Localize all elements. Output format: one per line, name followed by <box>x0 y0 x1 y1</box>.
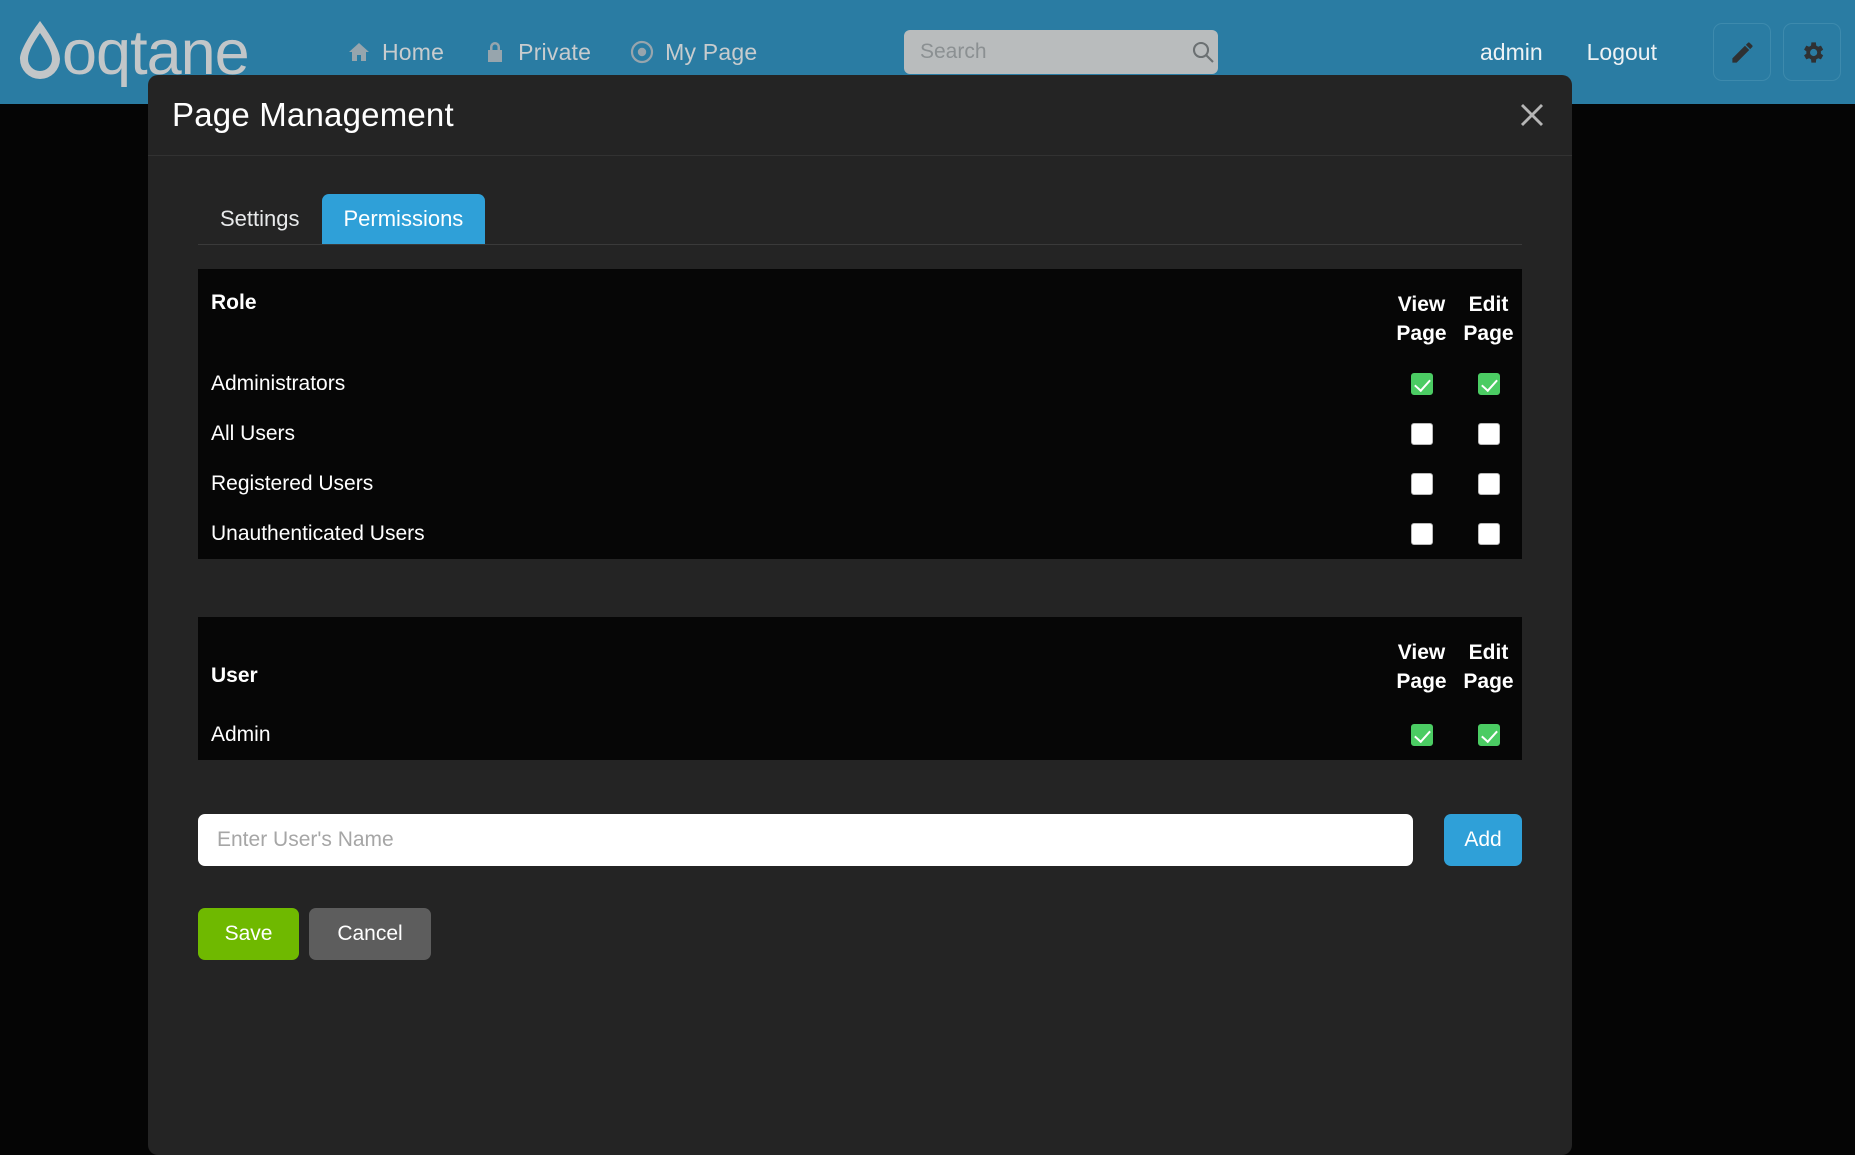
logout-link[interactable]: Logout <box>1587 39 1657 66</box>
page-management-modal: Page Management Settings Permissions Rol… <box>148 75 1572 1155</box>
user-name-input[interactable] <box>198 813 1413 866</box>
edit-page-cell <box>1455 409 1522 459</box>
users-permissions-table: User View Page Edit Page Admin <box>198 616 1522 760</box>
edit-page-checkbox[interactable] <box>1477 372 1500 395</box>
search-input[interactable] <box>920 40 1191 64</box>
view-page-cell <box>1388 359 1455 409</box>
view-page-checkbox[interactable] <box>1410 472 1433 495</box>
edit-page-cell <box>1455 710 1522 760</box>
user-name: Admin <box>211 722 271 746</box>
pencil-icon[interactable] <box>1713 23 1771 81</box>
view-page-checkbox[interactable] <box>1410 723 1433 746</box>
role-name: Administrators <box>211 371 346 395</box>
gear-icon[interactable] <box>1783 23 1841 81</box>
modal-footer: Save Cancel <box>198 907 1522 960</box>
nav-label-my-page: My Page <box>665 38 758 65</box>
add-user-button[interactable]: Add <box>1444 813 1522 866</box>
table-row: Admin <box>198 710 1522 760</box>
view-page-cell <box>1388 710 1455 760</box>
edit-page-checkbox[interactable] <box>1477 723 1500 746</box>
nav-label-home: Home <box>382 38 445 65</box>
column-header-view-page: View Page <box>1396 293 1447 345</box>
table-header-row: Role View Page Edit Page <box>198 269 1522 359</box>
edit-page-cell <box>1455 459 1522 509</box>
search-icon[interactable] <box>1191 37 1215 67</box>
tab-settings[interactable]: Settings <box>198 194 322 244</box>
column-header-edit-page: Edit Page <box>1463 293 1514 345</box>
edit-page-checkbox[interactable] <box>1477 522 1500 545</box>
tab-permissions[interactable]: Permissions <box>321 194 486 244</box>
table-row: Registered Users <box>198 459 1522 509</box>
roles-permissions-table: Role View Page Edit Page Administrators … <box>198 269 1522 559</box>
save-button[interactable]: Save <box>198 907 299 960</box>
view-page-cell <box>1388 509 1455 559</box>
table-row: All Users <box>198 409 1522 459</box>
table-row: Administrators <box>198 359 1522 409</box>
add-user-row: Add <box>198 813 1522 866</box>
table-row: Unauthenticated Users <box>198 509 1522 559</box>
users-permissions-section: User View Page Edit Page Admin <box>198 616 1522 760</box>
column-header-user: User <box>211 663 258 687</box>
nav-item-my-page[interactable]: My Page <box>629 39 757 66</box>
role-name: All Users <box>211 421 296 445</box>
modal-header: Page Management <box>148 75 1572 156</box>
edit-page-checkbox[interactable] <box>1477 422 1500 445</box>
column-header-view-page: View Page <box>1396 640 1447 693</box>
edit-page-checkbox[interactable] <box>1477 472 1500 495</box>
modal-tabs: Settings Permissions <box>198 188 1522 245</box>
edit-page-cell <box>1455 359 1522 409</box>
lock-icon <box>482 40 507 65</box>
view-page-cell <box>1388 459 1455 509</box>
nav-item-home[interactable]: Home <box>346 39 444 66</box>
edit-page-cell <box>1455 509 1522 559</box>
view-page-checkbox[interactable] <box>1410 422 1433 445</box>
home-icon <box>346 40 371 65</box>
modal-body: Settings Permissions Role View Page Edit… <box>148 156 1572 960</box>
nav-label-private: Private <box>518 38 592 65</box>
column-header-role: Role <box>211 291 257 314</box>
view-page-checkbox[interactable] <box>1410 372 1433 395</box>
view-page-cell <box>1388 409 1455 459</box>
role-name: Registered Users <box>211 471 374 495</box>
roles-permissions-section: Role View Page Edit Page Administrators … <box>198 269 1522 559</box>
view-page-checkbox[interactable] <box>1410 522 1433 545</box>
target-icon <box>629 40 654 65</box>
table-header-row: User View Page Edit Page <box>198 617 1522 710</box>
nav-item-private[interactable]: Private <box>482 39 591 66</box>
role-name: Unauthenticated Users <box>211 521 425 545</box>
search-box <box>904 30 1218 74</box>
close-icon[interactable] <box>1509 92 1555 138</box>
column-header-edit-page: Edit Page <box>1463 640 1514 693</box>
page-title: Page Management <box>172 96 454 133</box>
current-user-link[interactable]: admin <box>1480 39 1543 66</box>
cancel-button[interactable]: Cancel <box>309 907 431 960</box>
